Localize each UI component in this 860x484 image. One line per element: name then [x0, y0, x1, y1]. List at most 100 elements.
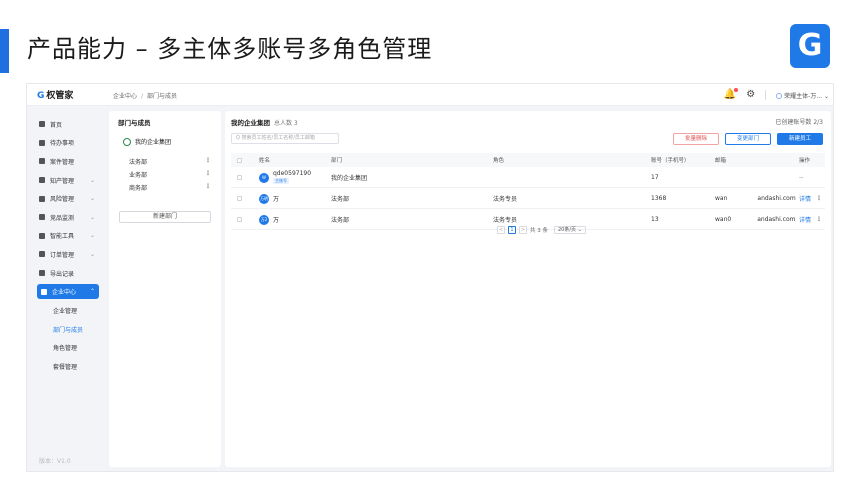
department-panel: 部门与成员 我的企业集团 法务部 ⋮ 业务部 ⋮ 商务部 ⋮ 新建部门: [109, 111, 221, 467]
sidebar-item-ip[interactable]: 知产管理 ⌄: [27, 171, 105, 190]
sidebar-subitem-dept-members[interactable]: 部门与成员: [27, 320, 105, 339]
column-header-email: 邮箱: [715, 158, 727, 164]
sidebar-item-label: 订单管理: [50, 251, 75, 259]
new-department-button[interactable]: 新建部门: [119, 211, 211, 223]
sidebar-subitem-packages[interactable]: 套餐管理: [27, 357, 105, 376]
sidebar-item-tools[interactable]: 智能工具 ⌄: [27, 227, 105, 246]
email-domain: andashi.com: [757, 195, 796, 202]
sidebar-item-enterprise-center[interactable]: 企业中心 ⌃: [37, 284, 99, 300]
member-phone: 13: [651, 216, 659, 223]
next-page-button[interactable]: >: [519, 226, 527, 234]
breadcrumb-item[interactable]: 企业中心: [113, 93, 137, 100]
sidebar-item-monitor[interactable]: 竞品监测 ⌄: [27, 208, 105, 227]
breadcrumb-item: 部门与成员: [147, 93, 178, 100]
department-item[interactable]: 法务部 ⋮: [129, 157, 211, 166]
column-header-dept: 部门: [331, 158, 343, 164]
group-icon: [123, 137, 131, 146]
more-icon[interactable]: ⋮: [205, 170, 211, 177]
sidebar-item-orders[interactable]: 订单管理 ⌄: [27, 245, 105, 264]
members-header: 我的企业集团 总人数 3: [231, 117, 298, 127]
sidebar-item-home[interactable]: 首页: [27, 115, 105, 134]
sidebar-subitem-roles[interactable]: 角色管理: [27, 339, 105, 358]
chevron-down-icon: ⌄: [89, 213, 95, 221]
row-checkbox[interactable]: [237, 210, 242, 229]
member-name: 万: [273, 196, 280, 203]
email-prefix: wan0: [715, 216, 732, 223]
avatar: 万2: [259, 214, 269, 225]
member-dept: 我的企业集团: [331, 175, 368, 182]
pagination: < 1 > 共 3 条 20条/页 ⌄: [497, 226, 586, 234]
sidebar-item-label: 智能工具: [50, 233, 75, 241]
column-header-name: 姓名: [259, 158, 271, 164]
member-email: wan0 andashi.com: [715, 210, 796, 229]
select-all-checkbox[interactable]: [237, 153, 242, 167]
building-icon: [41, 288, 47, 295]
avatar: 万明: [259, 193, 269, 204]
department-item[interactable]: 商务部 ⋮: [129, 183, 211, 192]
brand-logo-icon: G: [790, 24, 830, 68]
members-title: 我的企业集团: [231, 119, 270, 127]
sidebar-item-label: 待办事项: [50, 140, 75, 148]
member-dept: 法务部: [331, 217, 350, 224]
more-icon[interactable]: ⋮: [816, 216, 822, 223]
app-logo-icon: G: [37, 91, 45, 101]
table-header: 姓名 部门 角色 账号（手机号） 邮箱 操作: [231, 153, 825, 167]
department-name: 法务部: [129, 159, 148, 166]
sidebar-item-label: 案件管理: [50, 158, 75, 166]
sidebar-item-todo[interactable]: 待办事项: [27, 134, 105, 153]
prev-page-button[interactable]: <: [497, 226, 505, 234]
breadcrumb: 企业中心 / 部门与成员: [113, 91, 177, 100]
column-header-actions: 操作: [799, 158, 811, 164]
sidebar-subitem-enterprise[interactable]: 企业管理: [27, 301, 105, 320]
member-count: 总人数 3: [274, 120, 298, 127]
shield-icon: [39, 195, 45, 202]
member-name-cell: 万2 万: [259, 210, 279, 229]
order-icon: [39, 251, 45, 258]
user-menu[interactable]: 荣耀主体-万... ⌄: [776, 91, 829, 100]
row-checkbox[interactable]: [237, 189, 242, 208]
app-logo[interactable]: G 权管家: [37, 88, 73, 101]
breadcrumb-separator: /: [141, 93, 144, 100]
home-icon: [39, 121, 45, 128]
chevron-down-icon: ⌄: [89, 195, 95, 203]
row-checkbox[interactable]: [237, 168, 242, 187]
detail-link[interactable]: 详情: [799, 194, 811, 203]
column-header-role: 角色: [493, 158, 505, 164]
avatar: W: [259, 172, 269, 183]
change-department-button[interactable]: 变更部门: [725, 133, 771, 145]
member-name: qde0597190: [273, 170, 312, 177]
member-search-input[interactable]: Q 搜索员工姓名/员工名称/员工邮箱: [231, 133, 339, 144]
sidebar-item-label: 首页: [50, 121, 63, 129]
sidebar-item-risk[interactable]: 风险管理 ⌄: [27, 189, 105, 208]
slide-accent-bar: [0, 29, 9, 73]
member-phone: 17: [651, 174, 659, 181]
sidebar-item-cases[interactable]: 案件管理: [27, 152, 105, 171]
more-icon[interactable]: ⋮: [816, 195, 822, 202]
department-tree-root[interactable]: 我的企业集团: [123, 137, 171, 146]
todo-icon: [39, 139, 45, 146]
detail-link[interactable]: 详情: [799, 215, 811, 224]
bell-icon[interactable]: 🔔: [724, 88, 739, 101]
version-label: 版本：V1.0: [39, 458, 71, 465]
monitor-icon: [39, 214, 45, 221]
page-number-button[interactable]: 1: [508, 226, 516, 234]
sidebar: 首页 待办事项 案件管理 知产管理 ⌄ 风险管理 ⌄ 竞品监测 ⌄ 智能工具 ⌄ 订单管…: [27, 107, 105, 471]
sidebar-item-label: 风险管理: [50, 196, 75, 204]
member-name: 万: [273, 217, 280, 224]
more-icon[interactable]: ⋮: [205, 183, 211, 190]
settings-icon[interactable]: ⚙: [746, 89, 755, 101]
table-row: 万明 万 法务部 法务专员 1368 wan andashi.com 详情 ⋮: [231, 189, 825, 209]
department-panel-title: 部门与成员: [118, 119, 151, 127]
batch-delete-button[interactable]: 批量删除: [673, 133, 719, 145]
page-size-select[interactable]: 20条/页 ⌄: [554, 226, 586, 234]
new-employee-button[interactable]: 新建员工: [777, 133, 823, 145]
member-phone: 1368: [651, 195, 667, 202]
department-item[interactable]: 业务部 ⋮: [129, 170, 211, 179]
slide-title: 产品能力 – 多主体多账号多角色管理: [27, 35, 433, 63]
sidebar-item-export[interactable]: 导出记录: [27, 264, 105, 283]
total-count: 共 3 条: [530, 228, 548, 234]
export-icon: [39, 270, 45, 277]
more-icon[interactable]: ⋮: [205, 157, 211, 164]
member-name-cell: W qde0597190 主账号: [259, 168, 311, 187]
user-label: 荣耀主体-万...: [784, 92, 823, 100]
